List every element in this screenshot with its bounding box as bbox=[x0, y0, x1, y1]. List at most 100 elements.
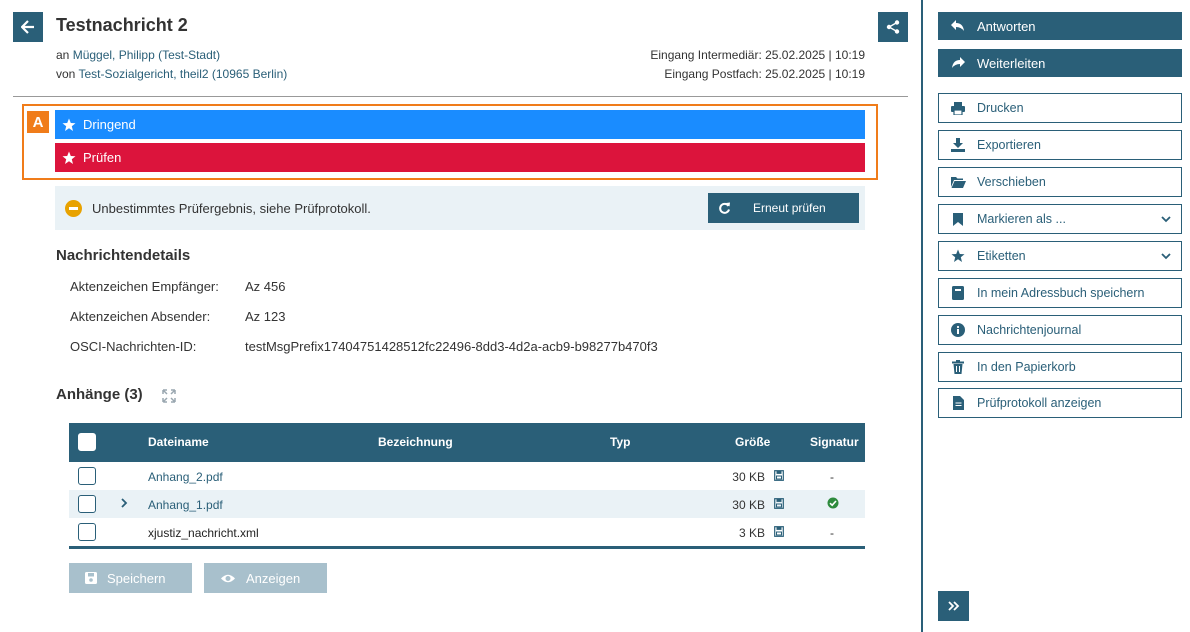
received-mailbox: Eingang Postfach: 25.02.2025 | 10:19 bbox=[664, 67, 865, 81]
forward-button[interactable]: Weiterleiten bbox=[938, 49, 1182, 77]
folder-open-icon bbox=[950, 174, 966, 190]
tag-icon bbox=[61, 117, 77, 133]
table-row: Anhang_1.pdf 30 KB bbox=[69, 490, 865, 518]
sender-link[interactable]: Test-Sozialgericht, theil2 (10965 Berlin… bbox=[78, 67, 287, 81]
export-button[interactable]: Exportieren bbox=[938, 130, 1182, 160]
recipient-link[interactable]: Müggel, Philipp (Test-Stadt) bbox=[73, 48, 220, 62]
move-button[interactable]: Verschieben bbox=[938, 167, 1182, 197]
save-file-icon[interactable] bbox=[774, 526, 784, 537]
verification-message: Unbestimmtes Prüfergebnis, siehe Prüfpro… bbox=[92, 200, 371, 216]
signature-status: - bbox=[830, 526, 834, 540]
print-button[interactable]: Drucken bbox=[938, 93, 1182, 123]
trash-icon bbox=[950, 359, 966, 375]
signature-status: - bbox=[830, 470, 834, 484]
tag-icon bbox=[950, 248, 966, 264]
expand-icon[interactable] bbox=[162, 389, 176, 403]
trash-label: In den Papierkorb bbox=[977, 360, 1076, 374]
move-label: Verschieben bbox=[977, 175, 1046, 189]
label-urgent[interactable]: Dringend bbox=[55, 110, 865, 139]
trash-button[interactable]: In den Papierkorb bbox=[938, 352, 1182, 382]
message-title: Testnachricht 2 bbox=[56, 15, 188, 35]
received-intermediary: Eingang Intermediär: 25.02.2025 | 10:19 bbox=[650, 48, 865, 62]
forward-icon bbox=[950, 55, 966, 71]
attachment-link[interactable]: Anhang_2.pdf bbox=[148, 470, 223, 484]
table-bottom-border bbox=[69, 546, 865, 549]
row-checkbox[interactable] bbox=[78, 523, 96, 541]
floppy-icon bbox=[85, 572, 97, 584]
save-address-button[interactable]: In mein Adressbuch speichern bbox=[938, 278, 1182, 308]
journal-button[interactable]: Nachrichtenjournal bbox=[938, 315, 1182, 345]
back-button[interactable] bbox=[13, 12, 43, 42]
refresh-icon bbox=[719, 202, 730, 214]
table-header: Dateiname Bezeichnung Typ Größe Signatur bbox=[69, 423, 865, 462]
action-sidebar: Antworten Weiterleiten Drucken Exportier… bbox=[921, 0, 1190, 632]
attachments-heading: Anhänge (3) bbox=[56, 386, 143, 403]
detail-label: Aktenzeichen Empfänger: bbox=[70, 279, 219, 294]
file-size: 30 KB bbox=[732, 470, 765, 484]
info-icon bbox=[950, 322, 966, 338]
address-book-icon bbox=[950, 285, 966, 301]
export-label: Exportieren bbox=[977, 138, 1041, 152]
view-label: Anzeigen bbox=[246, 570, 301, 586]
col-filename[interactable]: Dateiname bbox=[148, 435, 209, 449]
bookmark-icon bbox=[950, 211, 966, 227]
download-icon bbox=[950, 137, 966, 153]
label-check-text: Prüfen bbox=[83, 150, 122, 165]
message-dates: Eingang Intermediär: 25.02.2025 | 10:19 … bbox=[650, 46, 865, 84]
attachment-name: xjustiz_nachricht.xml bbox=[148, 526, 259, 540]
recheck-button[interactable]: Erneut prüfen bbox=[708, 193, 859, 223]
col-description[interactable]: Bezeichnung bbox=[378, 435, 453, 449]
check-circle-icon bbox=[827, 497, 839, 509]
row-checkbox[interactable] bbox=[78, 467, 96, 485]
row-checkbox[interactable] bbox=[78, 495, 96, 513]
reply-icon bbox=[950, 18, 966, 34]
protocol-button[interactable]: Prüfprotokoll anzeigen bbox=[938, 388, 1182, 418]
reply-button[interactable]: Antworten bbox=[938, 12, 1182, 40]
col-signature[interactable]: Signatur bbox=[810, 435, 859, 449]
save-file-icon[interactable] bbox=[774, 498, 784, 509]
arrow-left-icon bbox=[21, 20, 34, 34]
detail-row-recipient-ref: Aktenzeichen Empfänger: Az 456 bbox=[70, 279, 285, 294]
collapse-sidebar-button[interactable] bbox=[938, 591, 969, 621]
detail-value: testMsgPrefix17404751428512fc22496-8dd3-… bbox=[245, 339, 658, 354]
select-all-checkbox[interactable] bbox=[78, 433, 96, 451]
save-label: Speichern bbox=[107, 570, 166, 586]
chevron-down-icon bbox=[1161, 216, 1171, 223]
share-icon bbox=[886, 20, 900, 34]
view-attachments-button[interactable]: Anzeigen bbox=[204, 563, 327, 593]
header-divider bbox=[13, 96, 908, 97]
save-attachments-button[interactable]: Speichern bbox=[69, 563, 192, 593]
col-type[interactable]: Typ bbox=[610, 435, 630, 449]
protocol-label: Prüfprotokoll anzeigen bbox=[977, 396, 1102, 410]
save-address-label: In mein Adressbuch speichern bbox=[977, 286, 1145, 300]
verification-panel: Unbestimmtes Prüfergebnis, siehe Prüfpro… bbox=[55, 186, 865, 230]
details-heading: Nachrichtendetails bbox=[56, 247, 191, 264]
journal-label: Nachrichtenjournal bbox=[977, 323, 1082, 337]
to-prefix: an bbox=[56, 48, 70, 62]
mark-as-dropdown[interactable]: Markieren als ... bbox=[938, 204, 1182, 234]
detail-row-sender-ref: Aktenzeichen Absender: Az 123 bbox=[70, 309, 285, 324]
annotation-marker: A bbox=[27, 111, 49, 133]
label-check[interactable]: Prüfen bbox=[55, 143, 865, 172]
file-size: 30 KB bbox=[732, 498, 765, 512]
tag-icon bbox=[61, 150, 77, 166]
double-chevron-right-icon bbox=[947, 601, 959, 611]
attachment-link[interactable]: Anhang_1.pdf bbox=[148, 498, 223, 512]
tags-dropdown[interactable]: Etiketten bbox=[938, 241, 1182, 271]
message-view: Testnachricht 2 an Müggel, Philipp (Test… bbox=[0, 0, 920, 632]
file-size: 3 KB bbox=[738, 526, 765, 540]
forward-label: Weiterleiten bbox=[977, 55, 1046, 71]
col-size[interactable]: Größe bbox=[735, 435, 770, 449]
print-label: Drucken bbox=[977, 101, 1024, 115]
minus-circle-icon bbox=[65, 199, 82, 217]
mark-as-label: Markieren als ... bbox=[977, 212, 1066, 226]
share-button[interactable] bbox=[878, 12, 908, 42]
tags-label: Etiketten bbox=[977, 249, 1026, 263]
save-file-icon[interactable] bbox=[774, 470, 784, 481]
attachments-table: Dateiname Bezeichnung Typ Größe Signatur… bbox=[69, 423, 865, 549]
label-urgent-text: Dringend bbox=[83, 117, 136, 132]
chevron-right-icon[interactable] bbox=[120, 497, 128, 509]
detail-label: Aktenzeichen Absender: bbox=[70, 309, 211, 324]
from-prefix: von bbox=[56, 67, 76, 81]
recheck-label: Erneut prüfen bbox=[753, 201, 826, 215]
